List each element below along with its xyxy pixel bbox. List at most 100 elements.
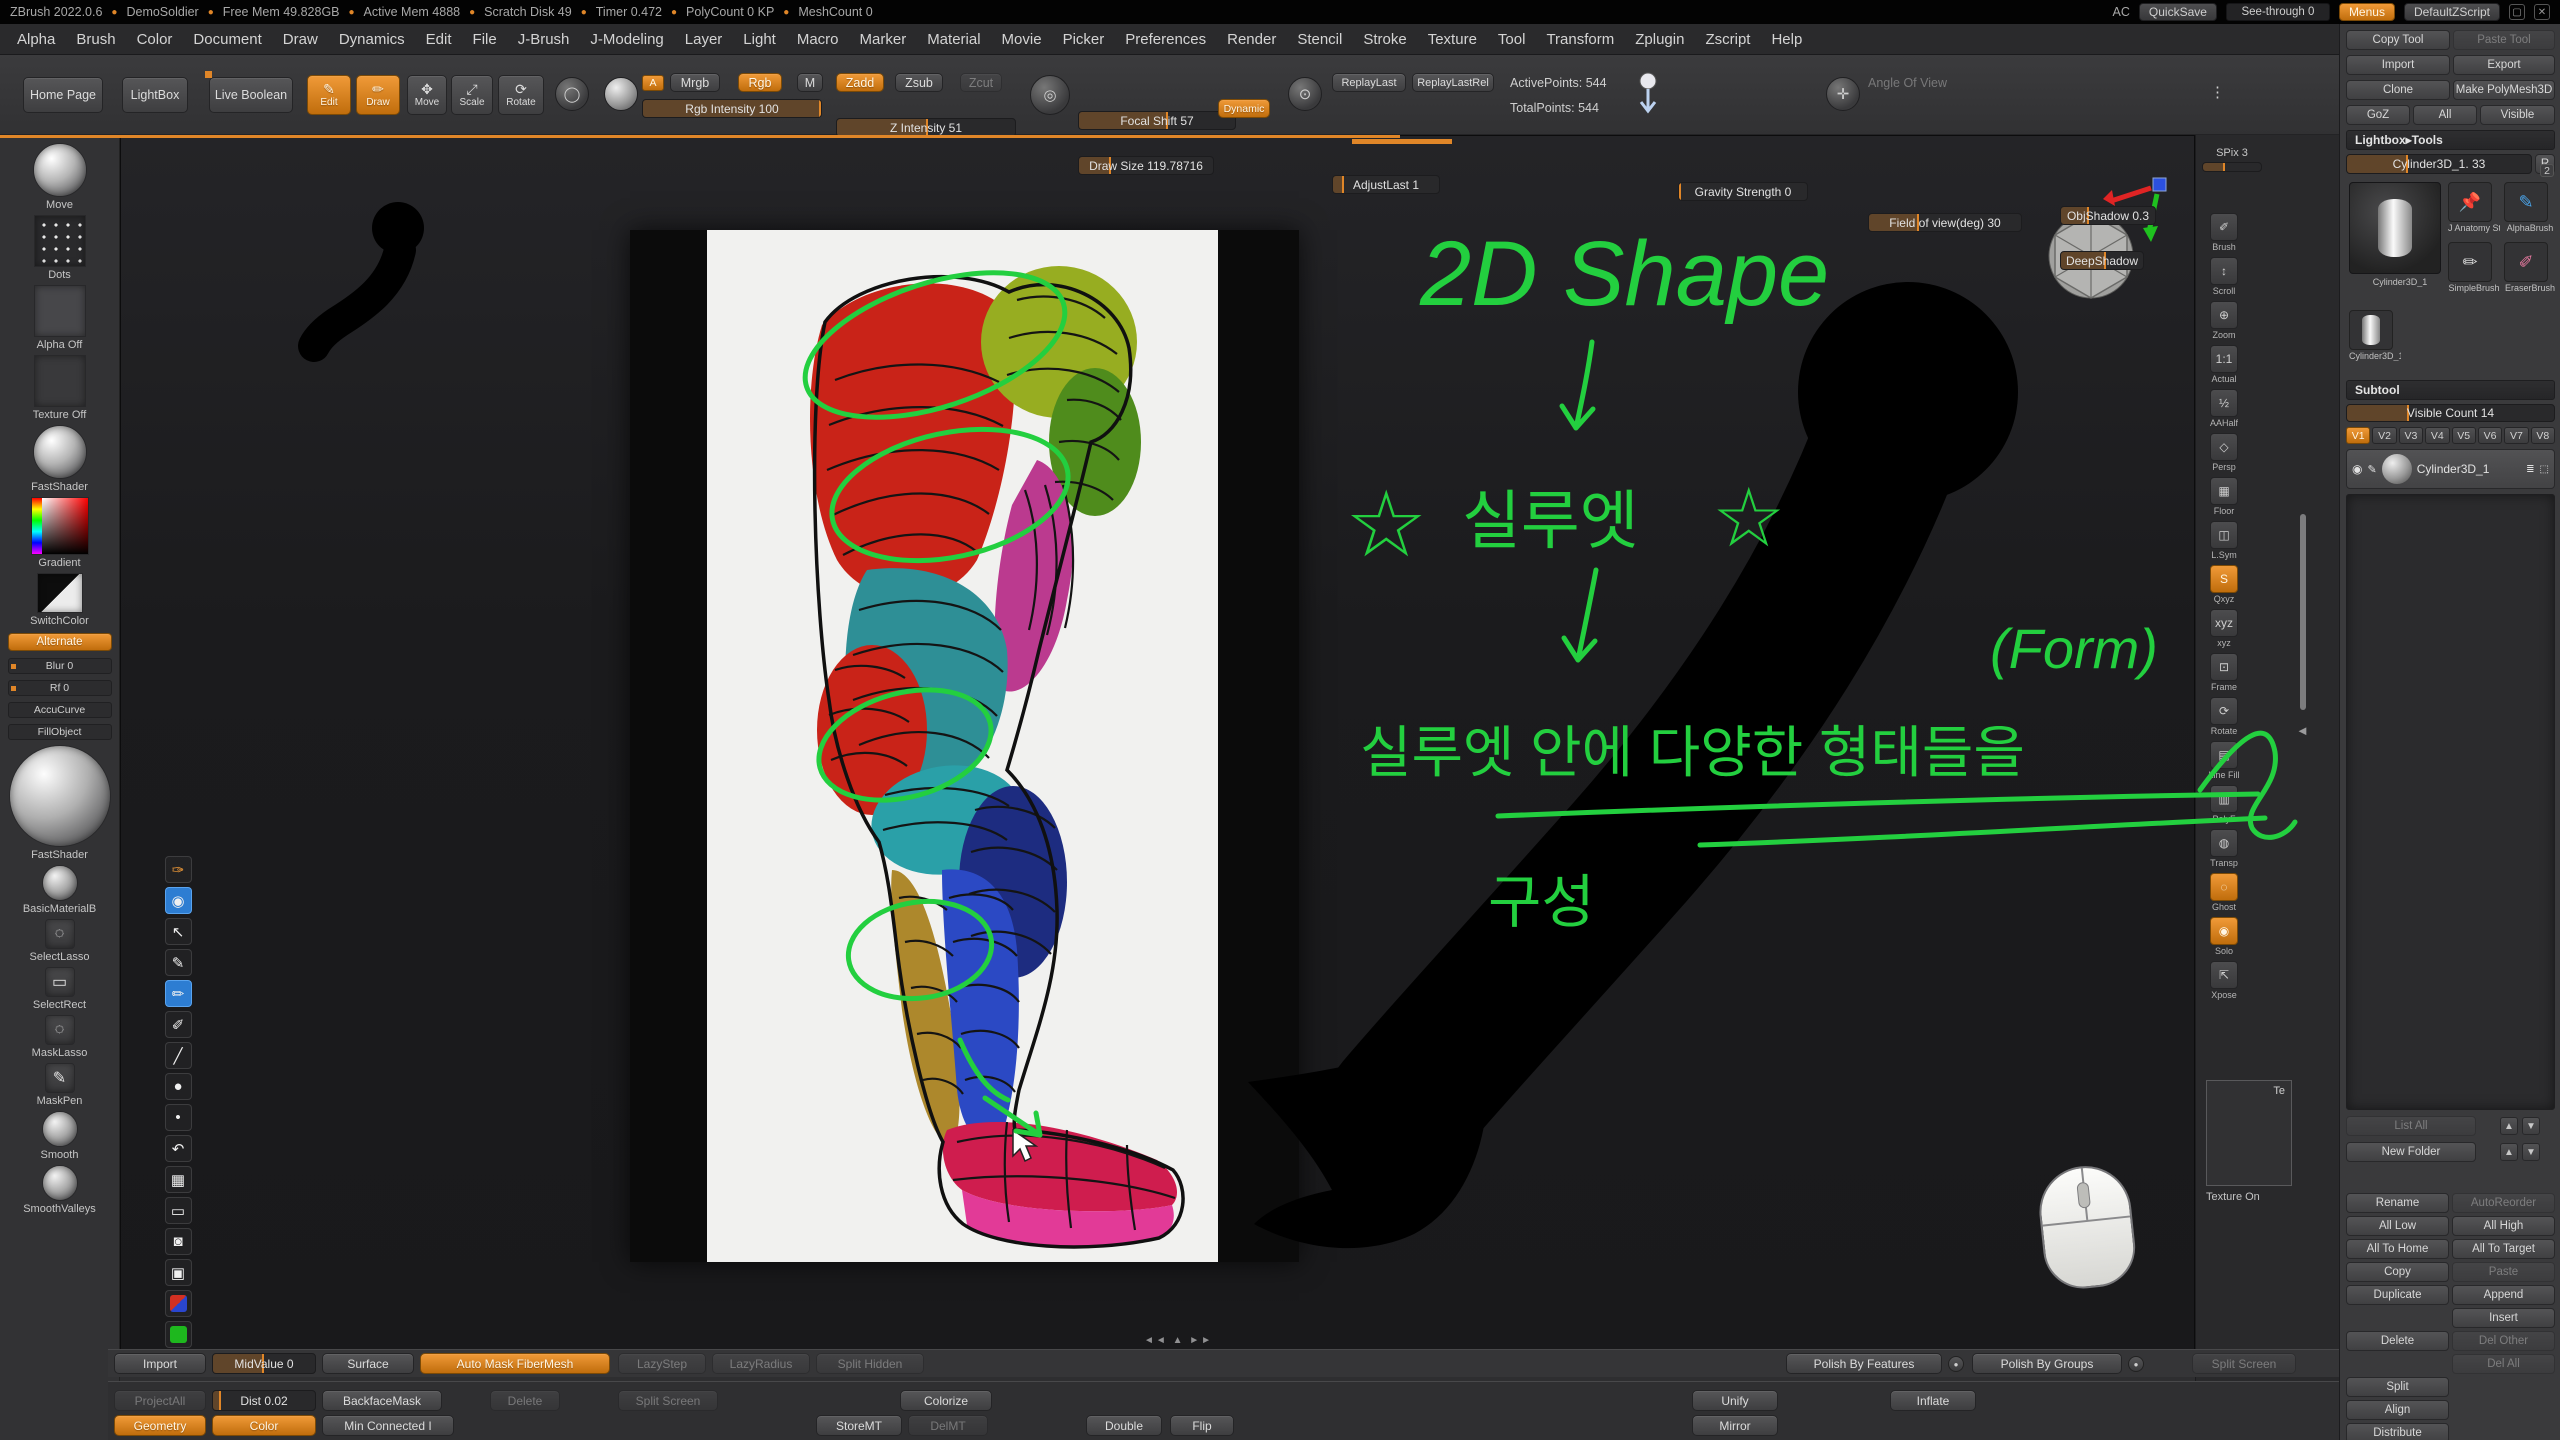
live-boolean-button[interactable]: Live Boolean (209, 77, 293, 113)
menu-brush[interactable]: Brush (76, 31, 115, 48)
menu-preferences[interactable]: Preferences (1125, 31, 1206, 48)
subtool-tab-v8[interactable]: V8 (2531, 427, 2555, 444)
sidebar-accucurve-slider[interactable]: AccuCurve (8, 702, 112, 718)
menu-dynamics[interactable]: Dynamics (339, 31, 405, 48)
draw-size-slider[interactable]: Draw Size 119.78716 (1078, 156, 1214, 175)
menu-material[interactable]: Material (927, 31, 980, 48)
sidebar-item-fastshader[interactable]: FastShader (0, 745, 119, 861)
menu-transform[interactable]: Transform (1546, 31, 1614, 48)
menus-button[interactable]: Menus (2339, 3, 2395, 21)
paste-button[interactable]: Paste (2452, 1262, 2555, 1282)
sidebar-item-basicmaterialb[interactable]: BasicMaterialB (0, 865, 119, 915)
dist-slider[interactable]: Dist 0.02 (212, 1390, 316, 1411)
surface-button[interactable]: Surface (322, 1353, 414, 1374)
fov-slider[interactable]: Field of view(deg) 30 (1868, 213, 2022, 232)
rgb-intensity-slider[interactable]: Rgb Intensity 100 (642, 99, 822, 118)
gravity-icon[interactable] (1636, 71, 1660, 117)
del-all-button[interactable]: Del All (2452, 1354, 2555, 1374)
delete-button[interactable]: Delete (2346, 1331, 2449, 1351)
import-fiber-button[interactable]: Import (114, 1353, 206, 1374)
strip-ghost[interactable]: ◌Ghost (2210, 873, 2238, 912)
window-restore-icon[interactable]: ▢ (2509, 4, 2525, 20)
sidebar-item-move[interactable]: Move (0, 143, 119, 211)
menu-tool[interactable]: Tool (1498, 31, 1526, 48)
home-page-button[interactable]: Home Page (23, 77, 103, 113)
menu-render[interactable]: Render (1227, 31, 1276, 48)
focal-shift-slider[interactable]: Focal Shift 57 (1078, 111, 1236, 130)
dynamic-button[interactable]: Dynamic (1218, 99, 1270, 118)
pencil-icon[interactable]: ✐ (165, 1011, 192, 1038)
folder-down-button[interactable]: ▼ (2522, 1143, 2540, 1161)
see-through-slider[interactable]: See-through 0 (2226, 3, 2330, 21)
lightbox-tools-header[interactable]: Lightbox▸Tools (2346, 130, 2555, 150)
menu-stencil[interactable]: Stencil (1297, 31, 1342, 48)
select-rect-icon[interactable]: ▭ (165, 1197, 192, 1224)
lazyradius-button[interactable]: LazyRadius (712, 1353, 810, 1374)
swatch-green[interactable] (165, 1321, 192, 1348)
shelf-overflow-icon[interactable]: ⋮ (2210, 83, 2225, 101)
subtool-down-button[interactable]: ▼ (2522, 1117, 2540, 1135)
pen-icon[interactable]: ✏ (165, 980, 192, 1007)
stroke-type-icon[interactable]: ◯ (555, 77, 589, 111)
color-button[interactable]: Color (212, 1415, 316, 1436)
menu-color[interactable]: Color (137, 31, 173, 48)
draw-button[interactable]: ✏Draw (356, 75, 400, 115)
menu-j-brush[interactable]: J-Brush (518, 31, 570, 48)
menu-macro[interactable]: Macro (797, 31, 839, 48)
trash-icon[interactable]: ▦ (165, 1166, 192, 1193)
replay-last-rel-button[interactable]: ReplayLastRel (1412, 73, 1494, 92)
strip-line-fill[interactable]: ▤Line Fill (2208, 741, 2239, 780)
align-button[interactable]: Align (2346, 1400, 2449, 1420)
copy-button[interactable]: Copy (2346, 1262, 2449, 1282)
split-screen-button-2[interactable]: Split Screen (618, 1390, 718, 1411)
autoreorder-button[interactable]: AutoReorder (2452, 1193, 2555, 1213)
strip-actual[interactable]: 1:1Actual (2210, 345, 2238, 384)
undo-icon[interactable]: ↶ (165, 1135, 192, 1162)
duplicate-button[interactable]: Duplicate (2346, 1285, 2449, 1305)
texture-preview-box[interactable]: Te (2206, 1080, 2292, 1186)
texture-on-label[interactable]: Texture On (2206, 1191, 2260, 1203)
strip-scroll[interactable]: ↕Scroll (2210, 257, 2238, 296)
flip-button[interactable]: Flip (1170, 1415, 1234, 1436)
new-folder-button[interactable]: New Folder (2346, 1142, 2476, 1162)
projectall-button[interactable]: ProjectAll (114, 1390, 206, 1411)
folder-up-button[interactable]: ▲ (2500, 1143, 2518, 1161)
double-button[interactable]: Double (1086, 1415, 1162, 1436)
strip-solo[interactable]: ◉Solo (2210, 917, 2238, 956)
quickpick-anatomy[interactable]: 📌 J Anatomy Step-1 (2448, 182, 2500, 233)
unify-button[interactable]: Unify (1692, 1390, 1778, 1411)
menu-marker[interactable]: Marker (860, 31, 907, 48)
strip-l-sym[interactable]: ◫L.Sym (2210, 521, 2238, 560)
sidebar-item-masklasso[interactable]: ◌MaskLasso (0, 1015, 119, 1059)
screenshot-icon[interactable]: ▣ (165, 1259, 192, 1286)
alpha-sphere-icon[interactable] (604, 77, 638, 111)
dot-large-icon[interactable]: ● (165, 1073, 192, 1100)
timeline-scrubber[interactable]: ◄◄ ▲ ►► (1144, 1335, 1213, 1346)
polish-by-features-button[interactable]: Polish By Features (1786, 1353, 1942, 1374)
rename-button[interactable]: Rename (2346, 1193, 2449, 1213)
goz-visible-button[interactable]: Visible (2480, 105, 2555, 125)
quicksave-button[interactable]: QuickSave (2139, 3, 2217, 21)
lazystep-button[interactable]: LazyStep (618, 1353, 706, 1374)
strip-transp[interactable]: ◍Transp (2210, 829, 2238, 868)
replay-last-button[interactable]: ReplayLast (1332, 73, 1406, 92)
default-zscript-button[interactable]: DefaultZScript (2404, 3, 2500, 21)
sidebar-item-texture-off[interactable]: Texture Off (0, 355, 119, 421)
sidebar-rf-0-slider[interactable]: Rf 0 (8, 680, 112, 696)
sidebar-item-alpha-off[interactable]: Alpha Off (0, 285, 119, 351)
strip-polyf[interactable]: ▥PolyF (2210, 785, 2238, 824)
adjust-last-slider[interactable]: AdjustLast 1 (1332, 175, 1440, 194)
replay-icon[interactable]: ⊙ (1288, 77, 1322, 111)
paste-tool-button[interactable]: Paste Tool (2453, 30, 2555, 50)
spix-slider[interactable] (2202, 162, 2262, 172)
polish-features-toggle[interactable]: ● (1948, 1356, 1964, 1372)
cursor-icon[interactable]: ↖ (165, 918, 192, 945)
menu-document[interactable]: Document (193, 31, 261, 48)
quickpick-cylinder[interactable]: Cylinder3D_1 (2349, 310, 2401, 361)
deep-shadow-slider[interactable]: DeepShadow (2060, 251, 2144, 270)
all-low-button[interactable]: All Low (2346, 1216, 2449, 1236)
subtool-tab-v3[interactable]: V3 (2399, 427, 2423, 444)
edit-button[interactable]: ✎Edit (307, 75, 351, 115)
storemt-button[interactable]: StoreMT (816, 1415, 902, 1436)
mirror-button[interactable]: Mirror (1692, 1415, 1778, 1436)
